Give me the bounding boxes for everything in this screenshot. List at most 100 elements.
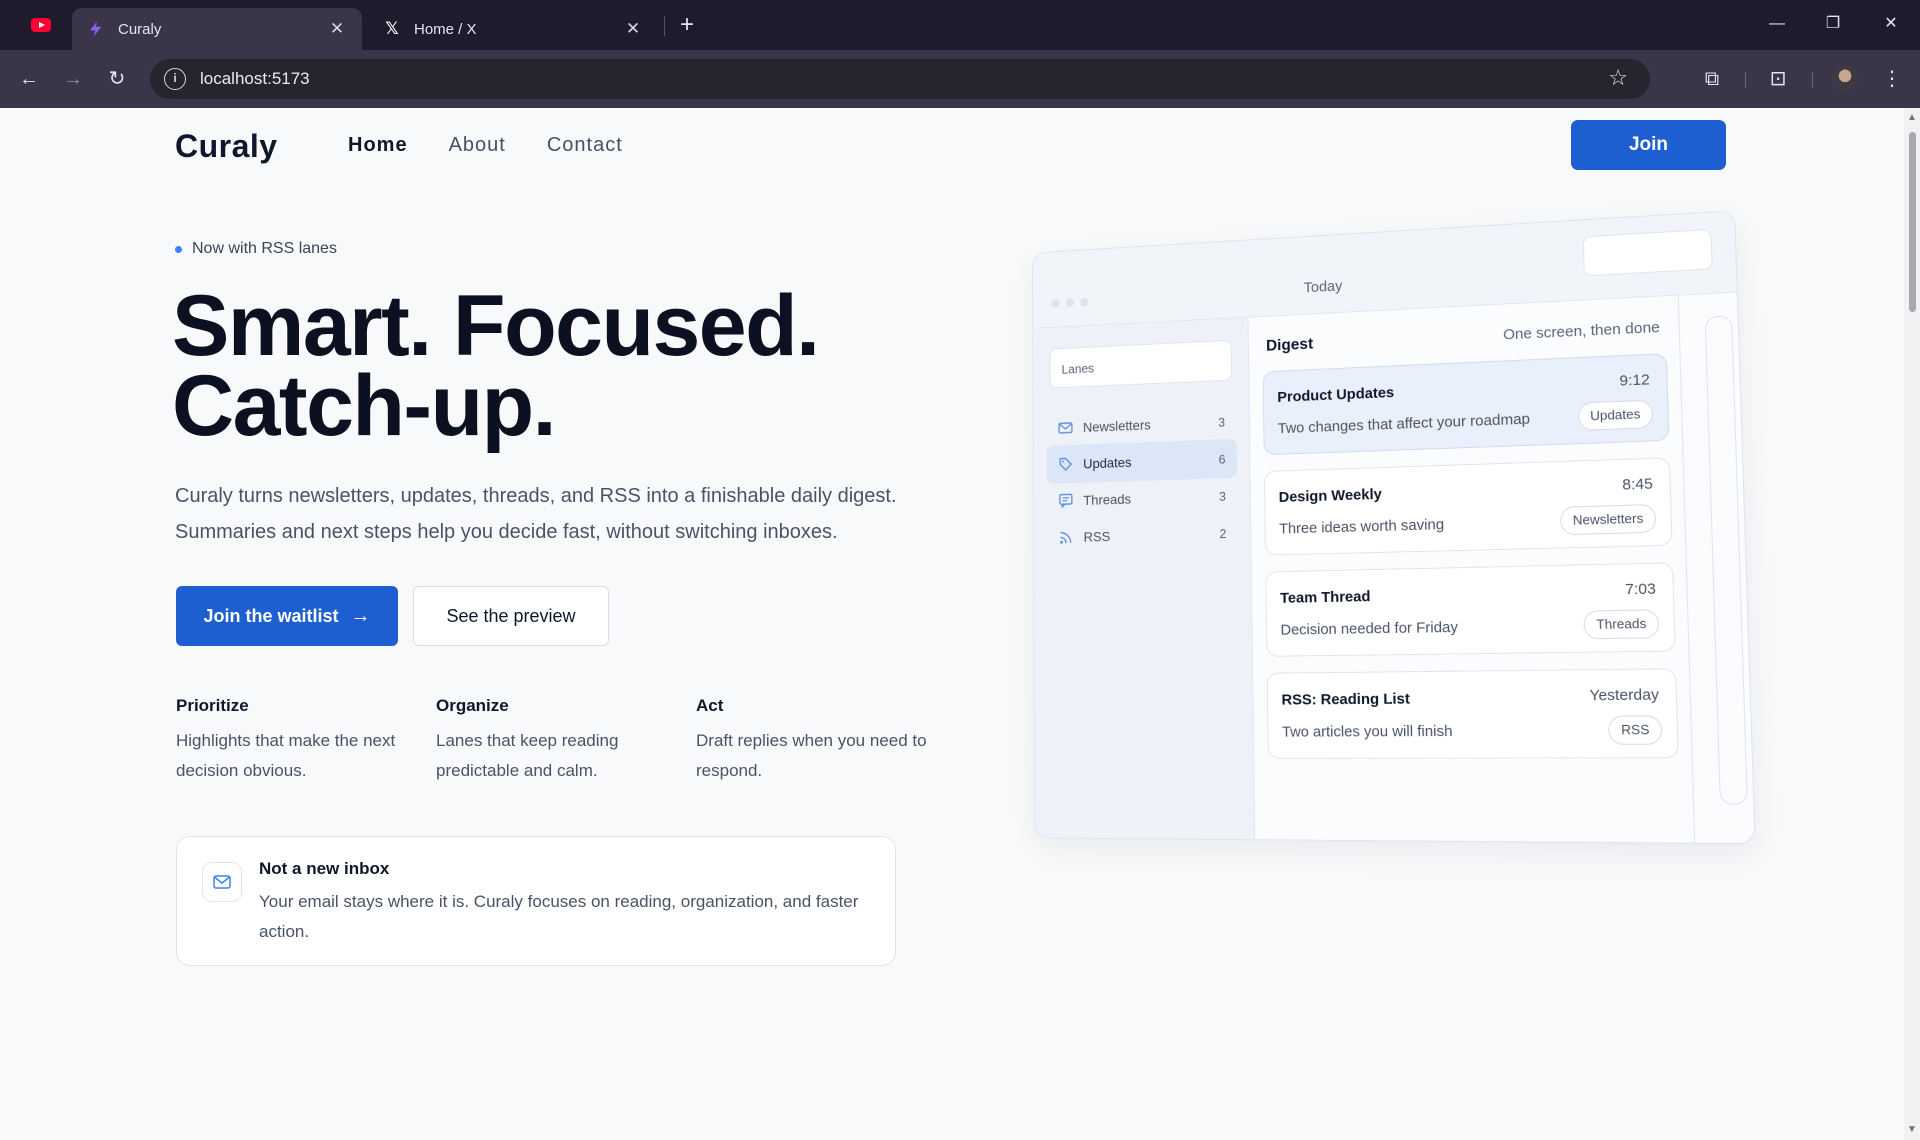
digest-item-desc: Three ideas worth saving: [1279, 516, 1445, 538]
reload-icon[interactable]: ↻: [102, 64, 132, 94]
tag-icon: [1057, 455, 1074, 473]
address-bar[interactable]: i localhost:5173 ☆: [150, 59, 1650, 99]
note-title: Not a new inbox: [259, 859, 390, 878]
forward-arrow-icon[interactable]: →: [58, 64, 88, 94]
digest-panel: Digest One screen, then done Product Upd…: [1249, 296, 1695, 845]
digest-item-time: 9:12: [1619, 371, 1651, 390]
status-dot: [175, 245, 182, 253]
bookmark-star-icon[interactable]: ☆: [1608, 65, 1628, 91]
feature-body: Lanes that keep reading predictable and …: [436, 731, 619, 780]
close-icon[interactable]: ✕: [326, 19, 348, 39]
digest-item-desc: Decision needed for Friday: [1280, 618, 1459, 639]
tab-search-icon[interactable]: ⊡: [1763, 64, 1793, 94]
url-text: localhost:5173: [200, 69, 310, 88]
lane-count: 2: [1219, 525, 1227, 541]
lanes-filter-input: Lanes: [1049, 339, 1233, 389]
tab-curaly[interactable]: Curaly ✕: [72, 8, 362, 50]
feature-title: Organize: [436, 696, 509, 715]
bolt-icon: [86, 19, 106, 39]
scroll-down-arrow-icon[interactable]: ▼: [1907, 1124, 1917, 1135]
digest-item-title: Design Weekly: [1278, 485, 1382, 506]
digest-item-title: Product Updates: [1277, 384, 1395, 406]
tab-divider: [664, 16, 665, 36]
join-waitlist-label: Join the waitlist: [203, 605, 339, 626]
site-info-icon[interactable]: i: [164, 68, 186, 90]
lane-count: 6: [1218, 451, 1226, 467]
minimize-icon[interactable]: —: [1752, 8, 1802, 40]
tab-x[interactable]: 𝕏 Home / X ✕: [368, 8, 658, 50]
digest-item-desc: Two changes that affect your roadmap: [1277, 410, 1531, 438]
window-dots: [1051, 297, 1089, 308]
arrow-right-icon: →: [350, 604, 371, 627]
feature-prioritize: Prioritize Highlights that make the next…: [176, 696, 416, 786]
restore-icon[interactable]: ❐: [1808, 8, 1858, 40]
kebab-menu-icon[interactable]: ⋮: [1877, 64, 1907, 94]
digest-item-time: 7:03: [1624, 580, 1657, 599]
scroll-up-arrow-icon[interactable]: ▲: [1907, 112, 1917, 123]
lane-name: Updates: [1083, 454, 1132, 472]
digest-item: Design Weekly 8:45 Three ideas worth sav…: [1263, 457, 1673, 556]
extensions-puzzle-icon[interactable]: ⧉: [1697, 64, 1727, 94]
youtube-icon: [31, 18, 51, 32]
browser-toolbar: ← → ↻ i localhost:5173 ☆ ⧉ ⊡ ⋮: [0, 50, 1920, 108]
toolbar-divider: [1745, 72, 1746, 88]
digest-item-tag: Newsletters: [1560, 503, 1657, 536]
join-waitlist-button[interactable]: Join the waitlist →: [176, 586, 398, 646]
digest-item-title: Team Thread: [1280, 588, 1371, 607]
headline-line-2: Catch-up.: [172, 358, 557, 454]
hero-lead: Curaly turns newsletters, updates, threa…: [175, 485, 897, 543]
join-button[interactable]: Join: [1571, 120, 1726, 170]
app-preview-mockup: Today Lanes Newsletters 3 Updates 6 Thre…: [1015, 210, 1756, 845]
digest-item-time: 8:45: [1622, 475, 1654, 494]
feature-title: Prioritize: [176, 696, 249, 715]
announcement-text: Now with RSS lanes: [192, 240, 337, 257]
close-icon[interactable]: ✕: [622, 19, 644, 39]
detail-rail-panel: [1704, 315, 1748, 805]
nav-contact[interactable]: Contact: [547, 134, 623, 157]
digest-item-title: RSS: Reading List: [1281, 690, 1411, 709]
lane-count: 3: [1218, 414, 1226, 430]
main-nav: Home About Contact: [348, 134, 623, 157]
mail-icon: [1057, 419, 1074, 437]
lane-rss: RSS 2: [1047, 513, 1238, 557]
window-close-icon[interactable]: ✕: [1866, 8, 1916, 40]
nav-home[interactable]: Home: [348, 134, 408, 157]
lane-name: Newsletters: [1082, 416, 1151, 435]
not-a-new-inbox-card: Not a new inbox Your email stays where i…: [176, 836, 896, 966]
feature-organize: Organize Lanes that keep reading predict…: [436, 696, 676, 786]
profile-avatar[interactable]: [1832, 66, 1858, 92]
digest-item-desc: Two articles you will finish: [1281, 722, 1453, 741]
feature-body: Draft replies when you need to respond.: [696, 731, 927, 780]
note-body: Your email stays where it is. Curaly foc…: [259, 892, 859, 941]
digest-item: Product Updates 9:12 Two changes that af…: [1262, 353, 1670, 456]
hero-headline: Smart. Focused. Catch-up.: [172, 283, 820, 449]
brand-logo[interactable]: Curaly: [175, 128, 278, 165]
lane-name: RSS: [1083, 528, 1111, 545]
mock-search-field: [1582, 228, 1713, 277]
digest-item: Team Thread 7:03 Decision needed for Fri…: [1265, 562, 1676, 657]
tab-title: Home / X: [414, 20, 477, 38]
scroll-thumb[interactable]: [1909, 132, 1916, 312]
youtube-pinned-tab[interactable]: [26, 14, 56, 36]
digest-item-tag: Updates: [1577, 399, 1654, 431]
feature-title: Act: [696, 696, 724, 715]
see-preview-button[interactable]: See the preview: [413, 586, 609, 646]
new-tab-plus-icon[interactable]: +: [672, 10, 702, 40]
digest-item-tag: RSS: [1608, 715, 1663, 745]
lanes-sidebar: Lanes Newsletters 3 Updates 6 Threads 3 …: [1033, 317, 1256, 842]
x-logo-icon: 𝕏: [385, 19, 399, 38]
tab-title: Curaly: [118, 20, 162, 38]
digest-title: Digest: [1265, 335, 1314, 355]
digest-item-time: Yesterday: [1589, 686, 1660, 705]
back-arrow-icon[interactable]: ←: [14, 64, 44, 94]
mail-icon: [202, 862, 242, 902]
digest-subtitle: One screen, then done: [1503, 318, 1661, 344]
page-scrollbar[interactable]: ▲ ▼: [1904, 108, 1920, 1140]
nav-about[interactable]: About: [449, 134, 506, 157]
feature-act: Act Draft replies when you need to respo…: [696, 696, 936, 786]
today-label: Today: [1303, 277, 1343, 297]
lane-count: 3: [1218, 488, 1227, 504]
toolbar-divider: [1812, 72, 1813, 88]
feature-body: Highlights that make the next decision o…: [176, 731, 396, 780]
chat-icon: [1058, 492, 1075, 510]
